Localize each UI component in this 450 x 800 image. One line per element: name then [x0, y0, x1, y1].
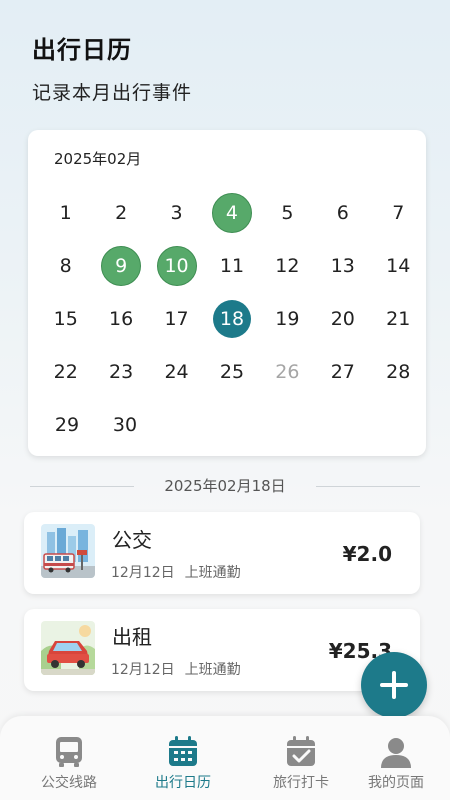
calendar-day-number: 9 — [101, 245, 142, 286]
calendar-day-number: 29 — [54, 413, 80, 436]
calendar-day-number: 10 — [156, 245, 197, 286]
calendar-day-number: 27 — [330, 360, 355, 383]
trip-meta: 12月12日 上班通勤 — [111, 562, 241, 582]
calendar-day-number: 7 — [392, 201, 405, 224]
calendar-day-22[interactable]: 22 — [38, 345, 93, 398]
calendar-check-icon — [287, 736, 315, 766]
calendar-day-number: 30 — [112, 413, 138, 436]
divider-line-right — [316, 486, 420, 487]
bottom-tab-bar: 公交线路 出行日历 旅行打卡 我的页面 — [0, 716, 450, 800]
user-icon — [381, 738, 411, 768]
calendar-day-number: 22 — [53, 360, 78, 383]
trip-title: 公交 — [112, 528, 152, 552]
calendar-day-28[interactable]: 28 — [371, 345, 426, 398]
calendar-day-number: 23 — [109, 360, 134, 383]
calendar-day-number: 25 — [219, 360, 245, 383]
calendar-day-number: 3 — [170, 201, 183, 224]
calendar-week-row: 15 16 17 18 19 20 21 — [38, 292, 426, 345]
trip-meta: 12月12日 上班通勤 — [111, 659, 241, 679]
calendar-day-25[interactable]: 25 — [204, 345, 259, 398]
calendar-day-number: 20 — [330, 307, 355, 330]
page-subtitle: 记录本月出行事件 — [32, 82, 193, 104]
calendar-month-label: 2025年02月 — [54, 150, 142, 168]
taxi-thumbnail-icon — [41, 621, 95, 675]
calendar-day-number: 21 — [386, 307, 411, 330]
calendar-day-number: 8 — [59, 254, 72, 277]
calendar-day-14[interactable]: 14 — [371, 239, 426, 292]
trip-date: 12月12日 — [111, 565, 175, 581]
calendar-day-26[interactable]: 26 — [260, 345, 315, 398]
selected-date-divider: 2025年02月18日 — [30, 472, 420, 500]
calendar-day-3[interactable]: 3 — [149, 186, 204, 239]
calendar-day-number: 1 — [59, 201, 72, 224]
calendar-day-12[interactable]: 12 — [260, 239, 315, 292]
trip-date: 12月12日 — [111, 662, 175, 678]
calendar-day-number: 17 — [164, 307, 189, 330]
calendar-week-row: 29 30 — [38, 398, 426, 451]
calendar-day-number: 12 — [275, 254, 300, 277]
calendar-day-number: 16 — [109, 307, 134, 330]
bus-icon — [56, 737, 82, 767]
calendar-day-number: 6 — [336, 201, 349, 224]
tab-label: 公交线路 — [41, 775, 97, 791]
calendar-day-number: 28 — [386, 360, 411, 383]
calendar-day-number: 2 — [115, 201, 128, 224]
calendar-day-4[interactable]: 4 — [204, 186, 259, 239]
calendar-day-8[interactable]: 8 — [38, 239, 93, 292]
calendar-day-13[interactable]: 13 — [315, 239, 370, 292]
calendar-day-18[interactable]: 18 — [204, 292, 259, 345]
bus-thumbnail-icon — [41, 524, 95, 578]
calendar-day-number: 19 — [275, 307, 300, 330]
calendar-day-number: 26 — [275, 360, 300, 383]
tab-travel-calendar[interactable]: 出行日历 — [127, 716, 239, 800]
calendar-week-row: 22 23 24 25 26 27 28 — [38, 345, 426, 398]
tab-my-page[interactable]: 我的页面 — [340, 716, 450, 800]
tab-label: 出行日历 — [155, 775, 211, 791]
calendar-day-number: 11 — [219, 254, 245, 277]
calendar-day-6[interactable]: 6 — [315, 186, 370, 239]
tab-label: 我的页面 — [368, 775, 424, 791]
calendar-day-27[interactable]: 27 — [315, 345, 370, 398]
calendar-day-20[interactable]: 20 — [315, 292, 370, 345]
trip-card-bus[interactable]: 公交 12月12日 上班通勤 ¥2.0 — [24, 512, 420, 594]
calendar-day-11[interactable]: 11 — [204, 239, 259, 292]
calendar-week-row: 1 2 3 4 5 6 7 — [38, 186, 426, 239]
calendar-day-number: 18 — [212, 299, 251, 338]
calendar-day-29[interactable]: 29 — [38, 398, 96, 451]
calendar-grid: 1 2 3 4 5 6 7 8 9 10 11 12 13 14 15 16 17 18 19 20 21 22 23 24 2… — [38, 186, 426, 451]
trip-tag: 上班通勤 — [184, 662, 241, 678]
calendar-day-23[interactable]: 23 — [93, 345, 148, 398]
trip-tag: 上班通勤 — [184, 565, 241, 581]
calendar-day-10[interactable]: 10 — [149, 239, 204, 292]
calendar-day-number: 15 — [53, 307, 78, 330]
calendar-day-1[interactable]: 1 — [38, 186, 93, 239]
calendar-day-21[interactable]: 21 — [371, 292, 426, 345]
calendar-day-number: 5 — [281, 201, 294, 224]
plus-icon — [380, 671, 408, 699]
calendar-day-2[interactable]: 2 — [93, 186, 148, 239]
calendar-day-number: 4 — [211, 192, 252, 233]
page-title: 出行日历 — [32, 36, 132, 64]
calendar-icon — [169, 736, 197, 766]
calendar-day-16[interactable]: 16 — [93, 292, 148, 345]
calendar-day-9[interactable]: 9 — [93, 239, 148, 292]
calendar-day-number: 13 — [330, 254, 355, 277]
calendar-day-5[interactable]: 5 — [260, 186, 315, 239]
trip-price: ¥2.0 — [342, 542, 392, 566]
calendar-day-24[interactable]: 24 — [149, 345, 204, 398]
calendar-day-30[interactable]: 30 — [96, 398, 154, 451]
calendar-day-17[interactable]: 17 — [149, 292, 204, 345]
calendar-day-15[interactable]: 15 — [38, 292, 93, 345]
calendar-day-number: 14 — [386, 254, 411, 277]
calendar-card: 2025年02月 1 2 3 4 5 6 7 8 9 10 11 12 13 14 15 16 17 18 19 20… — [28, 130, 426, 456]
trip-title: 出租 — [112, 625, 152, 649]
calendar-week-row: 8 9 10 11 12 13 14 — [38, 239, 426, 292]
calendar-day-19[interactable]: 19 — [260, 292, 315, 345]
calendar-day-number: 24 — [164, 360, 189, 383]
add-trip-button[interactable] — [361, 652, 427, 718]
calendar-day-7[interactable]: 7 — [371, 186, 426, 239]
tab-bus-routes[interactable]: 公交线路 — [13, 716, 125, 800]
